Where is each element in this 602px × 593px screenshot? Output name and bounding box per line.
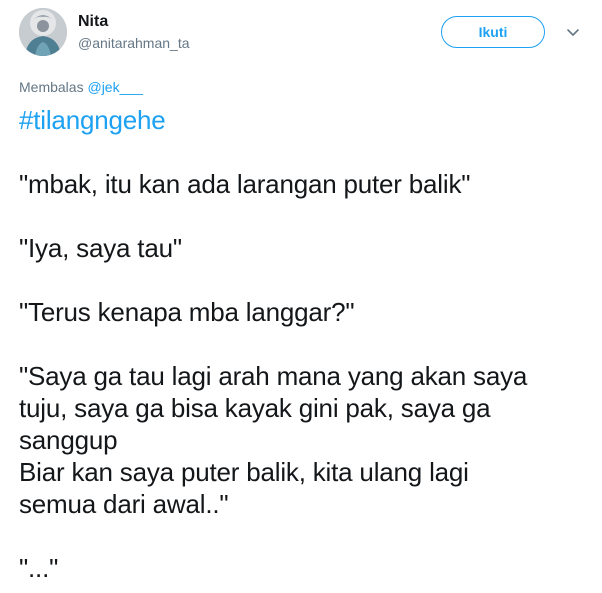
- tweet-paragraph: "mbak, itu kan ada larangan puter balik": [19, 169, 471, 199]
- avatar-image: [19, 8, 67, 56]
- user-handle[interactable]: @anitarahman_ta: [78, 34, 190, 52]
- author-names: Nita @anitarahman_ta: [78, 12, 190, 52]
- tweet-header: Nita @anitarahman_ta Ikuti: [19, 8, 589, 60]
- hashtag-link[interactable]: #tilangngehe: [19, 104, 166, 136]
- display-name[interactable]: Nita: [78, 12, 190, 32]
- tweet-paragraph: "Iya, saya tau": [19, 233, 182, 263]
- chevron-down-icon[interactable]: [565, 24, 581, 40]
- tweet-paragraph: "...": [19, 553, 59, 583]
- reply-prefix: Membalas: [19, 79, 84, 95]
- reply-context: Membalas @jek___: [19, 78, 143, 96]
- tweet-paragraph: "Terus kenapa mba langgar?": [19, 297, 355, 327]
- tweet: Nita @anitarahman_ta Ikuti Membalas @jek…: [0, 0, 602, 593]
- reply-mention-link[interactable]: @jek___: [87, 79, 142, 95]
- avatar[interactable]: [19, 8, 67, 56]
- follow-button[interactable]: Ikuti: [441, 16, 545, 48]
- tweet-text: #tilangngehe "mbak, itu kan ada larangan…: [19, 104, 584, 584]
- tweet-paragraph: "Saya ga tau lagi arah mana yang akan sa…: [19, 361, 528, 519]
